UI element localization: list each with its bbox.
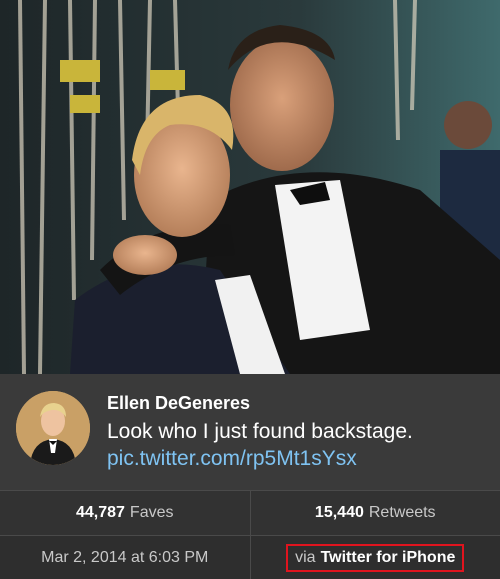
timestamp-cell: Mar 2, 2014 at 6:03 PM <box>0 536 250 579</box>
faves-count: 44,787 <box>75 504 125 521</box>
retweets-label: Retweets <box>368 504 436 521</box>
tweet-photo-link[interactable]: pic.twitter.com/rp5Mt1sYsx <box>107 446 492 472</box>
faves-label: Faves <box>129 504 174 521</box>
retweets-count: 15,440 <box>314 504 364 521</box>
tweet-card: Ellen DeGeneres Look who I just found ba… <box>0 0 500 579</box>
retweets-stat[interactable]: 15,440 Retweets <box>249 491 500 535</box>
via-app-link[interactable]: Twitter for iPhone <box>321 549 456 567</box>
faves-stat[interactable]: 44,787 Faves <box>0 491 250 535</box>
tweet-text: Look who I just found backstage. <box>107 420 413 443</box>
author-name[interactable]: Ellen DeGeneres <box>107 392 492 414</box>
tweet-meta: Mar 2, 2014 at 6:03 PM via Twitter for i… <box>0 536 500 579</box>
timestamp: Mar 2, 2014 at 6:03 PM <box>41 548 209 566</box>
tweet-stats: 44,787 Faves 15,440 Retweets <box>0 490 500 536</box>
via-prefix: via <box>295 548 316 566</box>
tweet-body: Ellen DeGeneres Look who I just found ba… <box>107 392 492 472</box>
avatar[interactable] <box>16 391 90 465</box>
via-highlight-box: via Twitter for iPhone <box>286 543 465 572</box>
tweet-content: Ellen DeGeneres Look who I just found ba… <box>0 374 500 490</box>
tweet-photo[interactable] <box>0 0 500 374</box>
via-cell: via Twitter for iPhone <box>249 536 500 579</box>
